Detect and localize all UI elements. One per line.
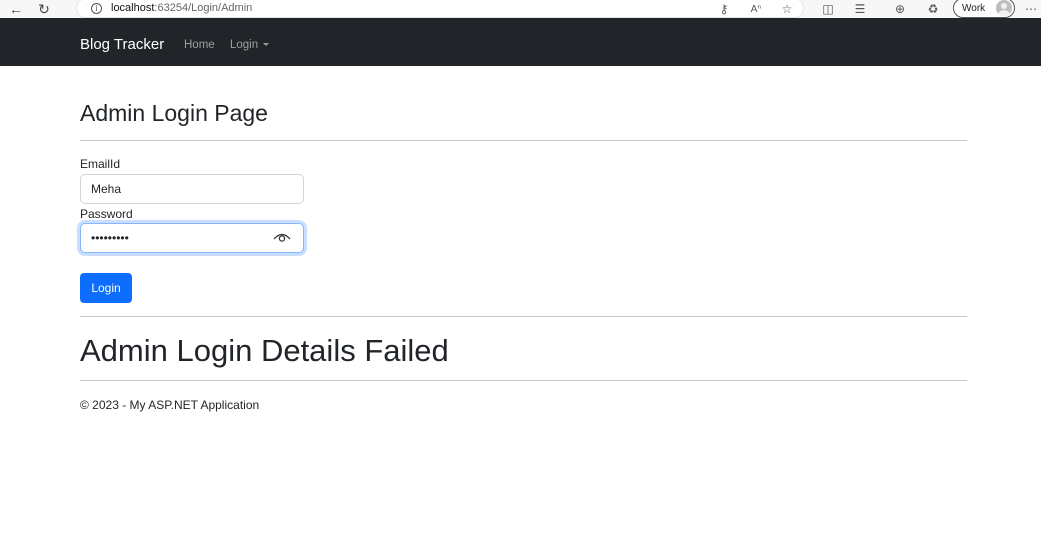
- navbar-brand[interactable]: Blog Tracker: [80, 36, 164, 53]
- site-navbar: Blog Tracker Home Login: [0, 18, 1041, 66]
- email-label: EmailId: [80, 157, 121, 171]
- caret-down-icon: [263, 43, 270, 47]
- favorites-list-icon[interactable]: ☰: [851, 0, 869, 18]
- refresh-icon[interactable]: ↻: [34, 0, 54, 18]
- info-icon[interactable]: i: [91, 2, 102, 14]
- collections-icon[interactable]: ⊕: [891, 0, 909, 18]
- profile-avatar-icon: [996, 0, 1012, 16]
- nav-link-login-dropdown[interactable]: Login: [230, 39, 270, 51]
- footer-divider: [80, 380, 967, 381]
- eye-icon[interactable]: [273, 230, 291, 244]
- password-label: Password: [80, 207, 133, 221]
- nav-link-login-label: Login: [230, 39, 259, 51]
- divider: [80, 316, 967, 317]
- read-aloud-icon[interactable]: Aⁿ: [747, 0, 765, 18]
- email-field[interactable]: [80, 174, 304, 204]
- page-title: Admin Login Page: [80, 100, 268, 126]
- profile-label: Work: [962, 2, 986, 14]
- password-field[interactable]: [80, 223, 304, 253]
- more-icon[interactable]: ⋯: [1022, 0, 1040, 18]
- login-button[interactable]: Login: [80, 273, 132, 303]
- address-bar[interactable]: i localhost:63254/Login/Admin: [76, 0, 804, 18]
- extensions-icon[interactable]: ♻: [924, 0, 942, 18]
- divider: [80, 140, 967, 141]
- url-host: localhost: [111, 2, 155, 14]
- footer-text: © 2023 - My ASP.NET Application: [80, 398, 260, 412]
- browser-toolbar: ← ↻ i localhost:63254/Login/Admin ⚷ Aⁿ ☆…: [0, 0, 1041, 18]
- favorite-icon[interactable]: ☆: [778, 0, 796, 18]
- url-path: :63254/Login/Admin: [154, 2, 253, 14]
- status-heading: Admin Login Details Failed: [80, 333, 449, 368]
- key-icon[interactable]: ⚷: [715, 0, 733, 18]
- nav-link-home[interactable]: Home: [184, 39, 215, 51]
- split-screen-icon[interactable]: ◫: [819, 0, 837, 18]
- profile-button[interactable]: Work: [953, 0, 1015, 18]
- back-icon[interactable]: ←: [6, 0, 26, 18]
